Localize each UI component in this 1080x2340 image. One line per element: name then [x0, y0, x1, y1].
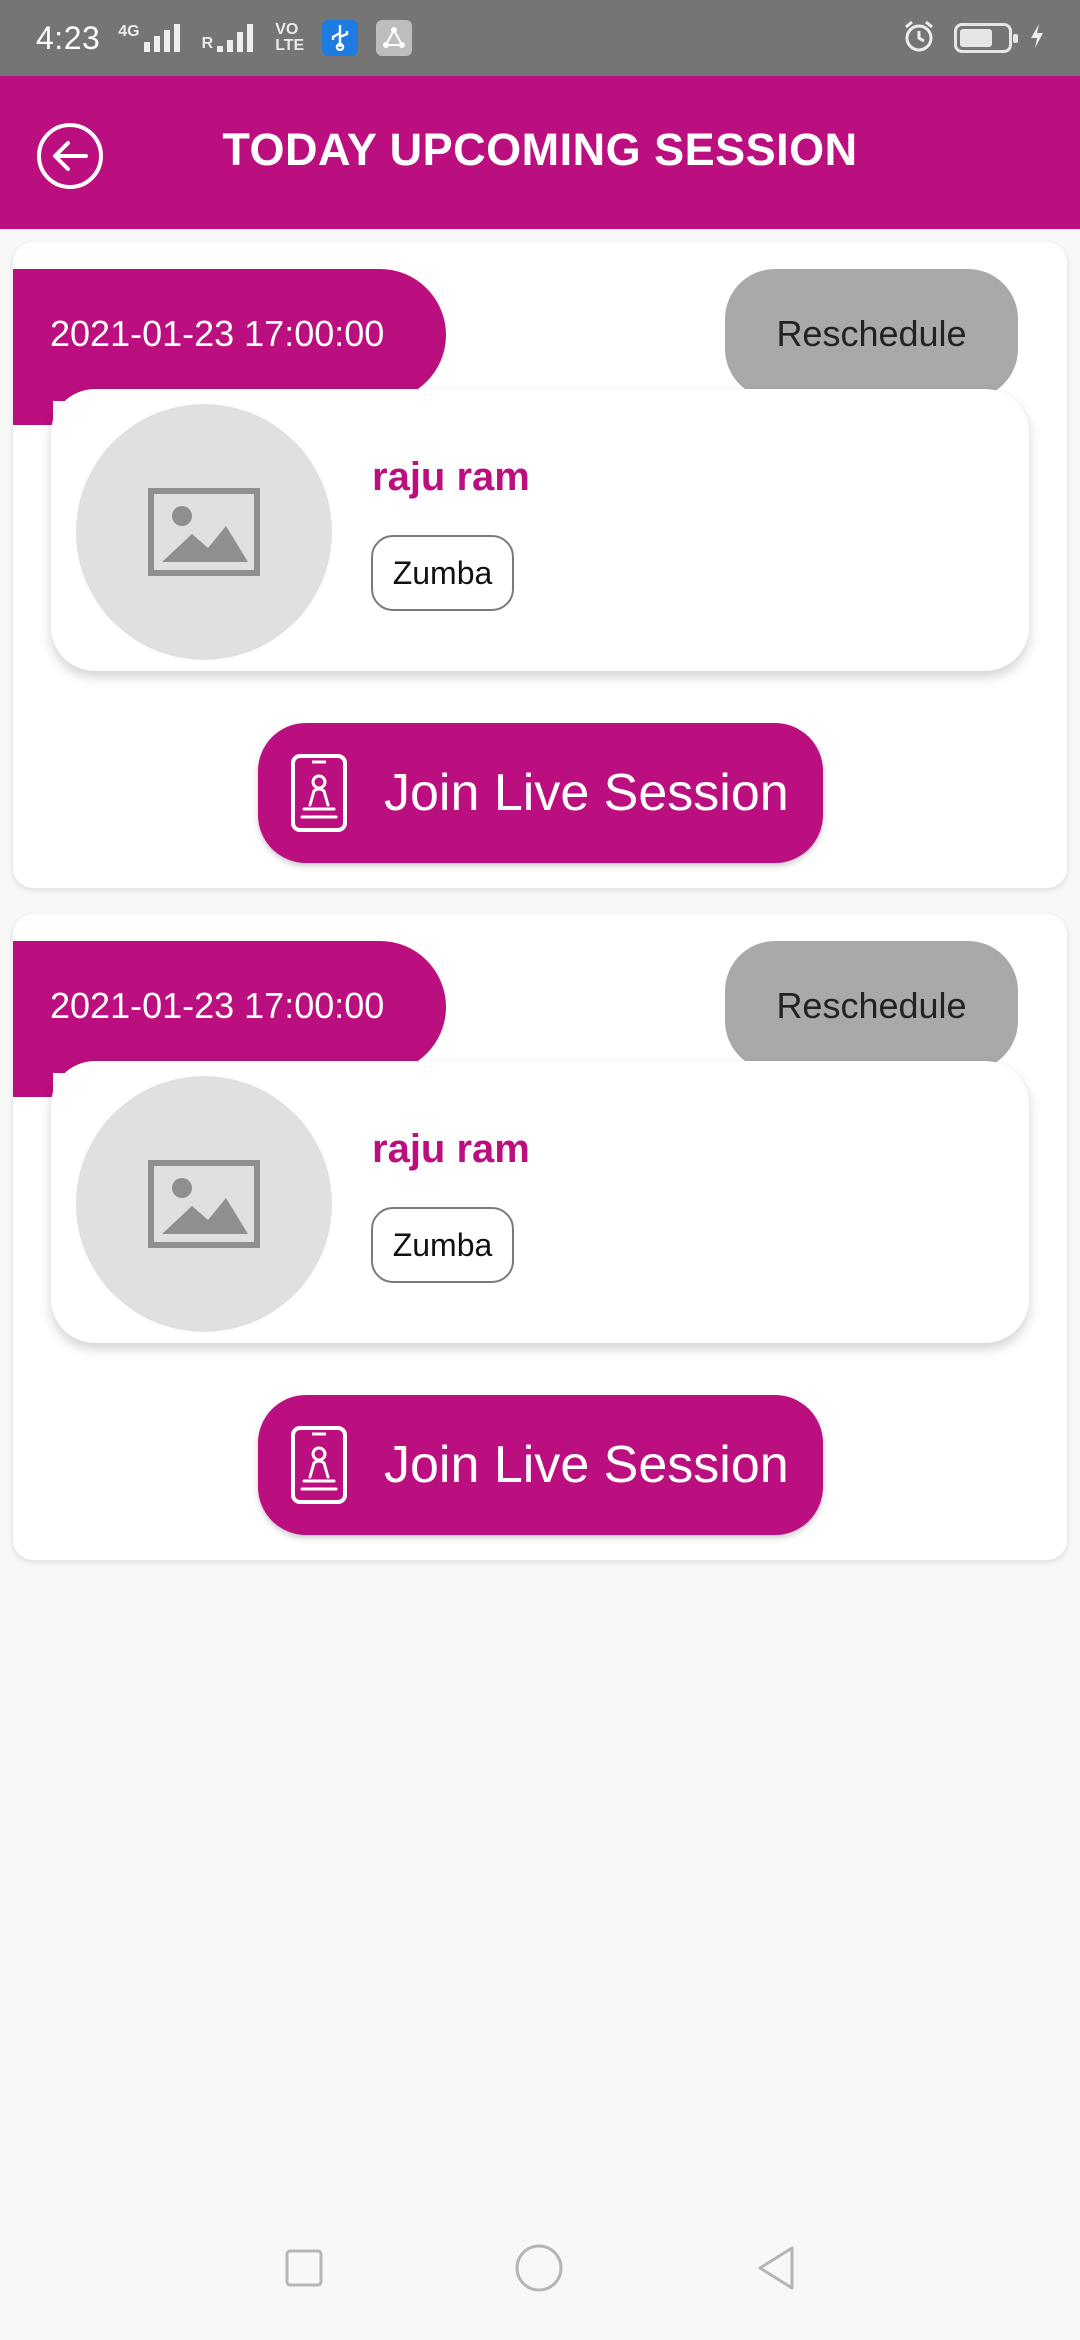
reschedule-button[interactable]: Reschedule: [725, 941, 1018, 1071]
join-live-session-label: Join Live Session: [384, 764, 789, 822]
status-time: 4:23: [36, 19, 101, 56]
roaming-signal-icon: R: [202, 24, 258, 52]
join-live-session-button[interactable]: Join Live Session: [258, 1395, 823, 1535]
trainer-card[interactable]: raju ram Zumba: [51, 1061, 1029, 1343]
page-title: TODAY UPCOMING SESSION: [222, 124, 858, 175]
avatar: [76, 404, 332, 660]
volte-bottom-label: LTE: [275, 37, 305, 54]
reschedule-button[interactable]: Reschedule: [725, 269, 1018, 399]
avatar: [76, 1076, 332, 1332]
join-live-session-label: Join Live Session: [384, 1436, 789, 1494]
usb-icon: [322, 20, 359, 56]
alarm-icon: [902, 19, 936, 58]
network-4g-label: 4G: [118, 23, 140, 40]
battery-icon: [954, 23, 1018, 53]
session-datetime: 2021-01-23 17:00:00: [50, 313, 385, 354]
charging-icon: [1030, 23, 1044, 53]
volte-icon: VO LTE: [275, 22, 304, 54]
back-icon[interactable]: [754, 2244, 796, 2297]
signal-icon: 4G: [118, 24, 183, 52]
roaming-label: R: [201, 35, 214, 52]
session-datetime-badge: 2021-01-23 17:00:00: [13, 269, 446, 425]
volte-top-label: VO: [275, 21, 299, 38]
category-tag: Zumba: [371, 535, 514, 611]
share-icon: [376, 20, 413, 56]
category-tag: Zumba: [371, 1207, 514, 1283]
session-datetime-badge: 2021-01-23 17:00:00: [13, 941, 446, 1097]
phone-meditation-icon: [290, 753, 348, 833]
session-card: 2021-01-23 17:00:00 Reschedule raju ram …: [13, 242, 1067, 888]
session-card: 2021-01-23 17:00:00 Reschedule raju ram …: [13, 914, 1067, 1560]
recent-apps-icon[interactable]: [284, 2248, 324, 2293]
system-nav-bar: [0, 2200, 1080, 2340]
join-live-session-button[interactable]: Join Live Session: [258, 723, 823, 863]
trainer-card[interactable]: raju ram Zumba: [51, 389, 1029, 671]
app-bar: TODAY UPCOMING SESSION: [0, 76, 1080, 229]
image-placeholder-icon: [148, 488, 260, 576]
session-datetime: 2021-01-23 17:00:00: [50, 985, 385, 1026]
image-placeholder-icon: [148, 1160, 260, 1248]
home-icon[interactable]: [514, 2243, 564, 2298]
status-left: 4:23 4G R VO LTE: [36, 19, 413, 57]
status-right: [902, 19, 1044, 58]
trainer-name: raju ram: [372, 1127, 530, 1171]
phone-meditation-icon: [290, 1425, 348, 1505]
status-bar: 4:23 4G R VO LTE: [0, 0, 1080, 76]
trainer-name: raju ram: [372, 455, 530, 499]
